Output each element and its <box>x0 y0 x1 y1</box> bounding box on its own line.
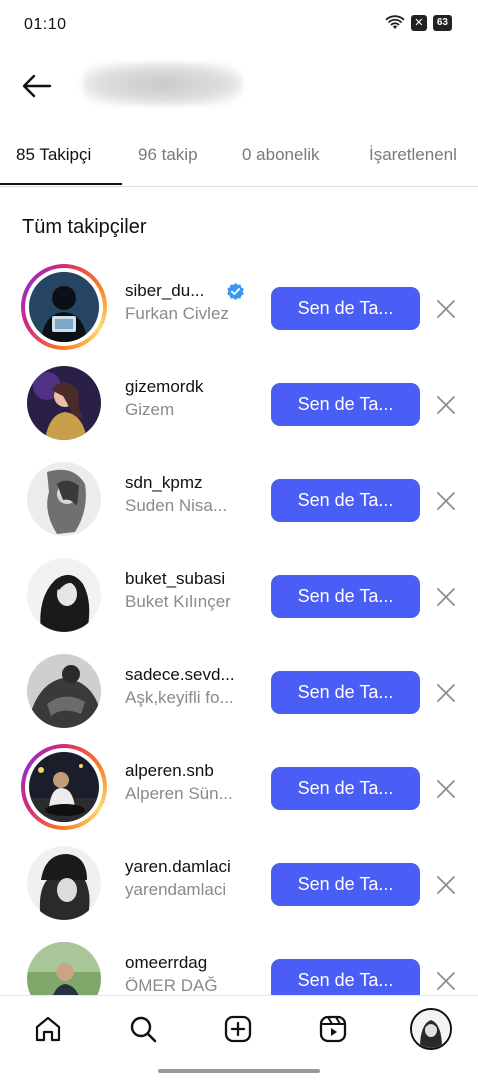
no-sim-icon: ✕ <box>410 15 427 31</box>
tab-followers[interactable]: 85 Takipçi <box>16 145 91 165</box>
avatar[interactable] <box>27 462 101 536</box>
user-info[interactable]: buket_subasi Buket Kılınçer <box>125 569 263 612</box>
remove-follower-icon[interactable] <box>434 297 458 321</box>
username: alperen.snb <box>125 761 214 780</box>
username: sadece.sevd... <box>125 665 235 684</box>
user-info[interactable]: sdn_kpmz Suden Nisa... <box>125 473 263 516</box>
battery-icon: 63 <box>432 15 452 31</box>
list-item: alperen.snb Alperen Sün... Sen de Ta... <box>0 733 478 830</box>
full-name: Furkan Civlez <box>125 304 229 323</box>
arrow-left-icon[interactable] <box>20 69 54 103</box>
user-info[interactable]: siber_du... Furkan Civlez <box>125 281 263 324</box>
user-info[interactable]: sadece.sevd... Aşk,keyifli fo... <box>125 665 263 708</box>
active-tab-indicator <box>0 183 122 185</box>
list-item: buket_subasi Buket Kılınçer Sen de Ta... <box>0 541 478 637</box>
tab-bar: 85 Takipçi 96 takip 0 abonelik İşaretlen… <box>0 128 478 187</box>
follow-back-button[interactable]: Sen de Ta... <box>271 287 420 330</box>
user-info[interactable]: omeerrdag ÖMER DAĞ <box>125 953 263 995</box>
header <box>0 55 478 117</box>
username: siber_du... <box>125 281 263 301</box>
avatar[interactable] <box>27 942 101 995</box>
avatar[interactable] <box>27 366 101 440</box>
remove-follower-icon[interactable] <box>434 393 458 417</box>
follow-back-button[interactable]: Sen de Ta... <box>271 767 420 810</box>
follow-back-button[interactable]: Sen de Ta... <box>271 959 420 995</box>
bottom-nav <box>0 995 478 1080</box>
wifi-icon <box>385 15 405 29</box>
full-name: Alperen Sün... <box>125 784 233 803</box>
section-title: Tüm takipçiler <box>22 216 147 238</box>
full-name: Suden Nisa... <box>125 496 228 515</box>
follow-back-button[interactable]: Sen de Ta... <box>271 671 420 714</box>
status-icons: ✕ 63 <box>385 15 452 31</box>
avatar[interactable] <box>27 846 101 920</box>
full-name: Gizem <box>125 400 175 419</box>
remove-follower-icon[interactable] <box>434 969 458 993</box>
full-name: ÖMER DAĞ <box>125 976 218 995</box>
avatar[interactable] <box>27 558 101 632</box>
username: omeerrdag <box>125 953 208 972</box>
full-name: yarendamlaci <box>125 880 227 899</box>
create-icon[interactable] <box>223 1014 253 1044</box>
home-icon[interactable] <box>33 1014 63 1044</box>
profile-avatar[interactable] <box>410 1008 452 1050</box>
search-icon[interactable] <box>128 1014 158 1044</box>
remove-follower-icon[interactable] <box>434 489 458 513</box>
home-indicator <box>158 1069 320 1073</box>
follower-list[interactable]: siber_du... Furkan Civlez Sen de Ta... g… <box>0 253 478 995</box>
blurred-profile-name <box>82 63 242 105</box>
full-name: Buket Kılınçer <box>125 592 231 611</box>
reels-icon[interactable] <box>318 1014 348 1044</box>
story-ring[interactable] <box>21 744 107 830</box>
remove-follower-icon[interactable] <box>434 585 458 609</box>
follow-back-button[interactable]: Sen de Ta... <box>271 479 420 522</box>
tab-flagged[interactable]: İşaretlenenl <box>369 145 457 165</box>
list-item: siber_du... Furkan Civlez Sen de Ta... <box>0 253 478 350</box>
story-ring[interactable] <box>21 264 107 350</box>
status-time: 01:10 <box>24 16 67 33</box>
verified-badge-icon <box>227 282 245 300</box>
follow-back-button[interactable]: Sen de Ta... <box>271 383 420 426</box>
profile-avatar-image <box>412 1010 450 1048</box>
username: sdn_kpmz <box>125 473 203 492</box>
username: gizemordk <box>125 377 204 396</box>
tab-following[interactable]: 96 takip <box>138 145 198 165</box>
username: yaren.damlaci <box>125 857 231 876</box>
user-info[interactable]: gizemordk Gizem <box>125 377 263 420</box>
username: buket_subasi <box>125 569 226 588</box>
full-name: Aşk,keyifli fo... <box>125 688 234 707</box>
user-info[interactable]: yaren.damlaci yarendamlaci <box>125 857 263 900</box>
avatar <box>29 272 99 342</box>
remove-follower-icon[interactable] <box>434 777 458 801</box>
status-bar: 01:10 ✕ 63 <box>0 0 478 52</box>
user-info[interactable]: alperen.snb Alperen Sün... <box>125 761 263 804</box>
tab-subscriptions[interactable]: 0 abonelik <box>242 145 320 165</box>
list-item: sadece.sevd... Aşk,keyifli fo... Sen de … <box>0 637 478 733</box>
remove-follower-icon[interactable] <box>434 681 458 705</box>
avatar[interactable] <box>27 654 101 728</box>
list-item: sdn_kpmz Suden Nisa... Sen de Ta... <box>0 445 478 541</box>
remove-follower-icon[interactable] <box>434 873 458 897</box>
follow-back-button[interactable]: Sen de Ta... <box>271 575 420 618</box>
list-item: gizemordk Gizem Sen de Ta... <box>0 349 478 445</box>
follow-back-button[interactable]: Sen de Ta... <box>271 863 420 906</box>
list-item: omeerrdag ÖMER DAĞ Sen de Ta... <box>0 925 478 995</box>
avatar <box>29 752 99 822</box>
list-item: yaren.damlaci yarendamlaci Sen de Ta... <box>0 829 478 925</box>
